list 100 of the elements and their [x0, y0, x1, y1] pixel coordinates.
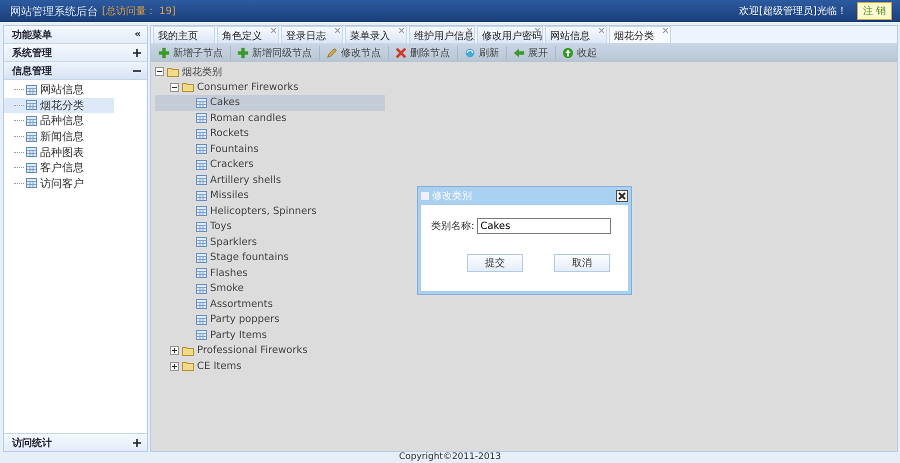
tree-node[interactable]: Missiles: [155, 188, 249, 204]
table-icon: [196, 144, 207, 154]
minus-icon[interactable]: [170, 82, 179, 92]
table-icon: [26, 147, 37, 158]
tree-node[interactable]: Party Items: [155, 328, 267, 343]
tree-node[interactable]: Roman candles: [155, 110, 286, 126]
sidebar-item[interactable]: 客户信息: [4, 160, 114, 176]
tree-node[interactable]: Party poppers: [155, 312, 280, 328]
tree-node[interactable]: Rockets: [155, 126, 249, 142]
table-icon: [196, 314, 207, 325]
table-icon: [196, 252, 207, 263]
tree-node[interactable]: Toys: [155, 219, 232, 234]
folder-icon: [182, 361, 194, 372]
tree-node[interactable]: Fountains: [155, 142, 259, 157]
table-icon: [26, 178, 37, 188]
table-icon: [196, 190, 207, 201]
table-icon: [26, 100, 37, 110]
close-button[interactable]: [616, 190, 628, 202]
add-icon: [237, 47, 249, 59]
table-icon: [196, 98, 207, 108]
tree-node[interactable]: CE Items: [155, 358, 242, 374]
dialog-title: 修改类别: [432, 190, 473, 203]
close-icon[interactable]: [663, 28, 668, 33]
table-icon: [196, 175, 207, 186]
close-icon[interactable]: [335, 28, 340, 33]
toolbar-button[interactable]: 新增子节点: [156, 46, 231, 60]
tab[interactable]: 网站信息: [545, 26, 607, 43]
visit-count: [总访问量： 19]: [102, 4, 176, 18]
cancel-button[interactable]: 取消: [554, 254, 610, 272]
tree-node[interactable]: Sparklers: [155, 234, 257, 250]
tab[interactable]: 菜单录入: [345, 26, 407, 43]
sidebar-item[interactable]: 品种信息: [4, 113, 114, 129]
tab[interactable]: 维护用户信息: [409, 26, 475, 43]
close-icon[interactable]: [535, 28, 540, 33]
tree-node[interactable]: Consumer Fireworks: [155, 80, 298, 95]
refresh-icon: [464, 47, 476, 59]
close-icon[interactable]: [599, 28, 604, 33]
table-icon: [196, 222, 207, 232]
table-icon: [196, 113, 207, 124]
name-field[interactable]: Cakes: [477, 218, 612, 234]
tree-node[interactable]: Professional Fireworks: [155, 343, 308, 358]
tree-node[interactable]: Helicopters, Spinners: [155, 204, 317, 219]
table-icon: [26, 162, 37, 173]
edit-icon: [326, 47, 338, 59]
table-icon: [196, 268, 207, 278]
collapse-icon: [562, 47, 574, 59]
tree-node[interactable]: Smoke: [155, 281, 244, 296]
plus-icon[interactable]: [170, 346, 179, 356]
logout-button[interactable]: 注 销: [856, 2, 892, 20]
table-icon: [26, 84, 37, 95]
submit-button[interactable]: 提交: [467, 254, 523, 272]
toolbar-button[interactable]: 展开: [511, 46, 556, 60]
table-icon: [196, 330, 207, 340]
menu-section[interactable]: 系统管理: [4, 44, 147, 62]
folder-icon: [182, 346, 194, 356]
table-icon: [196, 299, 207, 310]
table-icon: [196, 160, 207, 170]
collapse-icon[interactable]: «: [134, 29, 141, 40]
table-icon: [196, 284, 207, 294]
toolbar-button[interactable]: 删除节点: [393, 46, 458, 60]
tab[interactable]: 角色定义: [217, 26, 279, 43]
close-icon[interactable]: [271, 28, 276, 33]
tab[interactable]: 登录日志: [281, 26, 343, 43]
menu-section[interactable]: 信息管理: [4, 62, 147, 80]
menu-section[interactable]: 访问统计: [4, 433, 147, 451]
tree-node[interactable]: Crackers: [155, 157, 254, 172]
close-icon[interactable]: [399, 28, 404, 33]
tree-node[interactable]: Stage fountains: [155, 250, 289, 266]
sidebar-item[interactable]: 品种图表: [4, 144, 114, 160]
expand-icon: [513, 47, 525, 59]
sidebar-item[interactable]: 访问客户: [4, 176, 114, 192]
plus-icon[interactable]: [133, 48, 141, 56]
tree-node[interactable]: Flashes: [155, 266, 248, 281]
tab[interactable]: 修改用户密码: [477, 26, 543, 43]
window-icon: [421, 192, 429, 200]
copyright-text: Copyright©2011-2013: [398, 452, 502, 463]
toolbar-button[interactable]: 刷新: [462, 46, 507, 60]
table-icon: [196, 206, 207, 216]
field-label: 类别名称:: [431, 220, 474, 233]
tree-node[interactable]: Artillery shells: [155, 172, 282, 188]
app-title: 网站管理系统后台: [10, 4, 98, 18]
tree-node[interactable]: Cakes: [155, 95, 385, 110]
tab[interactable]: 我的主页: [153, 26, 215, 43]
sidebar-item[interactable]: 烟花分类: [4, 98, 114, 114]
plus-icon[interactable]: [133, 438, 141, 446]
sidebar-item[interactable]: 新闻信息: [4, 128, 114, 144]
folder-icon: [167, 66, 179, 77]
plus-icon[interactable]: [170, 362, 179, 371]
sidebar-item[interactable]: 网站信息: [4, 82, 114, 98]
tree-node[interactable]: Assortments: [155, 296, 273, 312]
tab[interactable]: 烟花分类: [609, 26, 671, 43]
delete-icon: [395, 47, 407, 59]
toolbar-button[interactable]: 修改节点: [324, 46, 389, 60]
tree-node[interactable]: 烟花类别: [155, 64, 222, 80]
toolbar-button[interactable]: 收起: [560, 46, 604, 60]
sidebar-title: 功能菜单: [12, 28, 52, 42]
minus-icon[interactable]: [155, 67, 164, 76]
table-icon: [26, 116, 37, 126]
folder-icon: [182, 82, 194, 92]
toolbar-button[interactable]: 新增同级节点: [235, 46, 320, 60]
